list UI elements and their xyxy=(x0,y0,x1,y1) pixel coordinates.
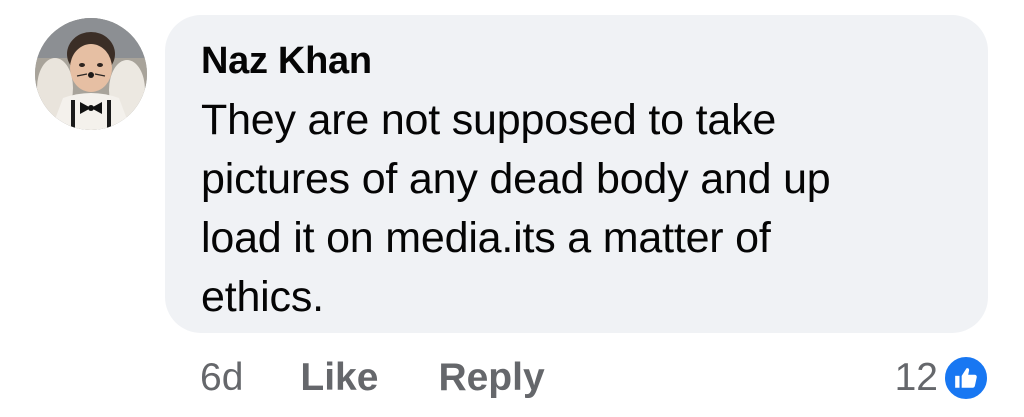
comment-author[interactable]: Naz Khan xyxy=(201,37,952,85)
reaction-count: 12 xyxy=(894,356,938,399)
avatar[interactable] xyxy=(35,18,147,130)
thumbs-up-icon xyxy=(942,354,990,402)
like-button[interactable]: Like xyxy=(300,356,378,400)
reaction-summary[interactable]: 12 xyxy=(895,350,990,406)
comment-text: They are not supposed to take pictures o… xyxy=(201,96,831,321)
avatar-photo xyxy=(35,18,147,130)
reply-button[interactable]: Reply xyxy=(438,356,544,400)
comment-bubble: Naz Khan They are not supposed to take p… xyxy=(165,15,988,333)
comment-timestamp[interactable]: 6d xyxy=(200,356,243,400)
comment-actions: 6d Like Reply xyxy=(200,350,545,406)
